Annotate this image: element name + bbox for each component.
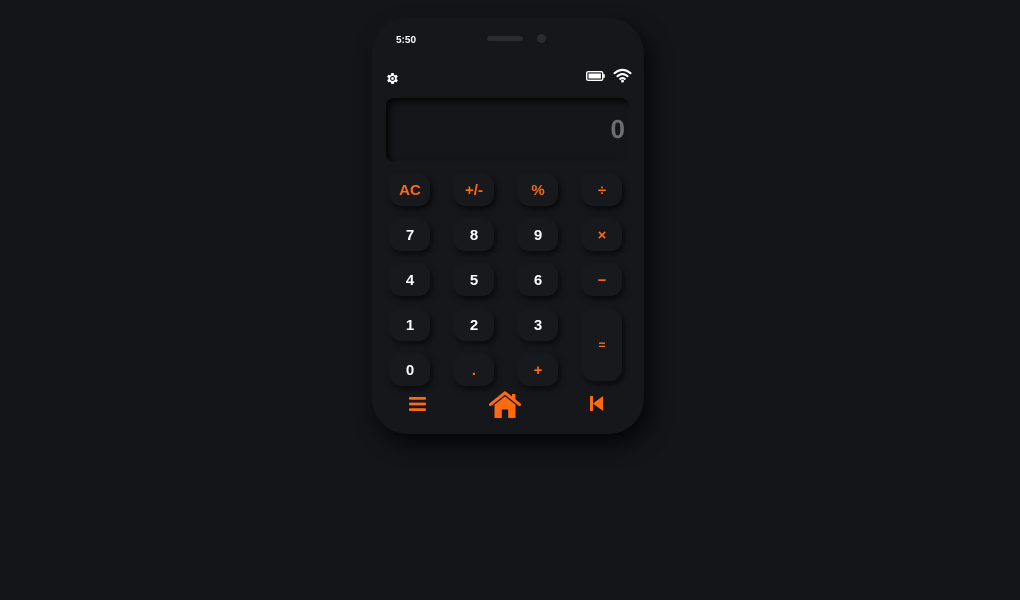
digit-9-button[interactable]: 9 (518, 219, 558, 251)
sign-toggle-button[interactable]: +/- (454, 174, 494, 206)
digit-2-button[interactable]: 2 (454, 309, 494, 341)
clear-button[interactable]: AC (390, 174, 430, 206)
calculator-display: 0 (386, 98, 629, 162)
multiply-button[interactable]: × (582, 219, 622, 251)
subtract-button[interactable]: − (582, 264, 622, 296)
back-icon[interactable] (590, 396, 603, 411)
speaker-grille (487, 36, 523, 41)
digit-6-button[interactable]: 6 (518, 264, 558, 296)
wifi-icon (613, 68, 632, 83)
calculator-device: 5:50 0 AC +/-% ÷ 7 8 9 × 4 5 6− 1 2 3 = 0. + (372, 18, 644, 434)
percent-button[interactable]: % (518, 174, 558, 206)
digit-1-button[interactable]: 1 (390, 309, 430, 341)
digit-3-button[interactable]: 3 (518, 309, 558, 341)
digit-5-button[interactable]: 5 (454, 264, 494, 296)
add-button[interactable]: + (518, 354, 558, 386)
battery-icon (586, 71, 605, 81)
digit-7-button[interactable]: 7 (390, 219, 430, 251)
gear-icon[interactable] (385, 71, 400, 86)
digit-0-button[interactable]: 0 (390, 354, 430, 386)
equals-button[interactable]: = (582, 309, 622, 381)
decimal-button[interactable]: . (454, 354, 494, 386)
menu-icon[interactable] (409, 397, 426, 411)
status-time: 5:50 (396, 35, 417, 46)
digit-4-button[interactable]: 4 (390, 264, 430, 296)
home-icon[interactable] (489, 391, 521, 418)
divide-button[interactable]: ÷ (582, 174, 622, 206)
digit-8-button[interactable]: 8 (454, 219, 494, 251)
camera-dot (537, 34, 546, 43)
display-value: 0 (610, 114, 625, 144)
